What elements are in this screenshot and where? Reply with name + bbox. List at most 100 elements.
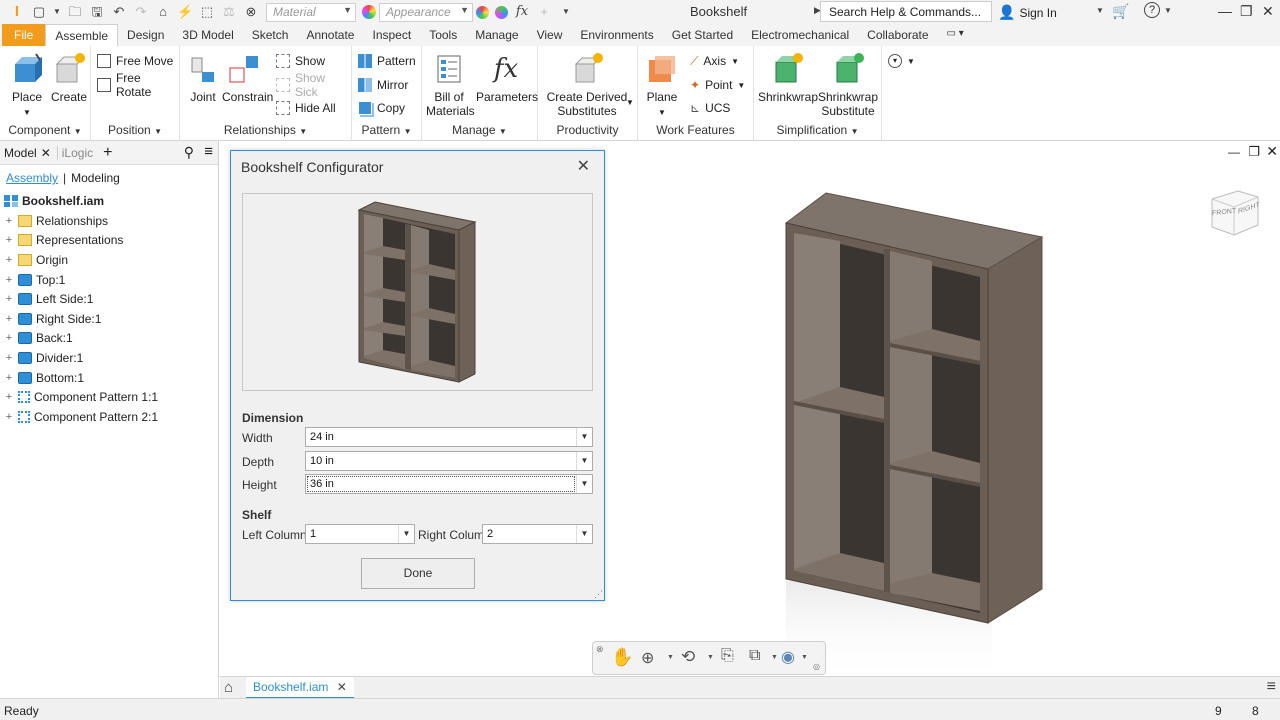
customize-icon[interactable]: ▼ (558, 4, 574, 20)
panel-label-manage[interactable]: Manage ▼ (422, 123, 537, 137)
tab-manage[interactable]: Manage (466, 24, 527, 46)
menu-icon[interactable]: ≡ (204, 143, 213, 160)
tab-3d-model[interactable]: 3D Model (173, 24, 242, 46)
restore-icon[interactable]: ❐ (1240, 3, 1253, 20)
chevron-down-icon[interactable]: ▼ (626, 98, 634, 107)
dropdown-icon[interactable]: ▼ (53, 4, 61, 20)
panel-label-simplification[interactable]: Simplification ▼ (754, 123, 881, 137)
bill-of-materials-button[interactable]: Bill of Materials (426, 52, 475, 118)
free-rotate-button[interactable]: Free Rotate (97, 71, 179, 99)
expand-icon[interactable]: + (4, 293, 14, 305)
tree-item[interactable]: + Left Side:1 (0, 289, 218, 309)
dialog-close-icon[interactable]: ✕ (577, 156, 590, 176)
chevron-down-icon[interactable]: ▼ (801, 654, 808, 661)
tab-file[interactable]: File (2, 24, 46, 46)
expand-icon[interactable]: + (4, 234, 14, 246)
help-icon[interactable]: ? (1144, 2, 1160, 18)
material-icon[interactable]: ⊗ (243, 4, 259, 20)
expand-icon[interactable]: + (4, 352, 14, 364)
select-icon[interactable]: ⬚ (199, 4, 215, 20)
new-file-icon[interactable]: ▢ (31, 4, 47, 20)
ucs-button[interactable]: ⊾ UCS (690, 99, 730, 117)
panel-label-component[interactable]: Component ▼ (0, 123, 90, 137)
free-move-button[interactable]: Free Move (97, 52, 173, 70)
zoom-icon[interactable]: ⊕ (641, 648, 654, 668)
minimize-icon[interactable]: — (1218, 3, 1232, 19)
tab-tools[interactable]: Tools (420, 24, 466, 46)
view-face-icon[interactable]: ⧉ (749, 647, 760, 665)
tree-item[interactable]: + Right Side:1 (0, 309, 218, 329)
create-button[interactable]: Create (50, 52, 88, 104)
tree-item[interactable]: + Divider:1 (0, 348, 218, 368)
show-button[interactable]: Show (276, 52, 325, 70)
viewport-restore-icon[interactable]: ❐ (1248, 144, 1260, 160)
constrain-button[interactable]: Constrain (222, 52, 273, 104)
close-icon[interactable]: ✕ (1262, 3, 1274, 20)
shrinkwrap-substitute-button[interactable]: Shrinkwrap Substitute (818, 52, 878, 118)
home-tab-icon[interactable]: ⌂ (224, 679, 233, 696)
inventor-logo-icon[interactable]: I (9, 4, 25, 20)
place-button[interactable]: Place ▼ (8, 52, 46, 120)
viewport-close-icon[interactable]: ✕ (1266, 143, 1278, 160)
show-sick-button[interactable]: Show Sick (276, 71, 351, 99)
open-folder-icon[interactable]: 🗀 (67, 4, 83, 20)
document-menu-icon[interactable]: ≡ (1267, 678, 1276, 696)
depth-select[interactable]: 10 in ▼ (305, 451, 593, 471)
right-column-select[interactable]: 2 ▼ (482, 524, 593, 544)
panel-label-pattern[interactable]: Pattern ▼ (352, 123, 421, 137)
done-button[interactable]: Done (361, 558, 475, 589)
document-tab[interactable]: Bookshelf.iam ✕ (246, 677, 354, 699)
axis-button[interactable]: ⟋ Axis ▼ (690, 52, 739, 70)
plane-button[interactable]: Plane ▼ (642, 52, 682, 120)
adjust-appearance-icon[interactable] (476, 5, 489, 19)
material-combo[interactable]: Material ▼ (266, 2, 356, 22)
viewport-minimize-icon[interactable]: — (1228, 145, 1240, 159)
pan-icon[interactable]: ✋ (611, 647, 633, 668)
clear-appearance-icon[interactable] (495, 5, 508, 19)
tree-item[interactable]: + Back:1 (0, 329, 218, 349)
left-column-select[interactable]: 1 ▼ (305, 524, 415, 544)
tree-item[interactable]: + Representations (0, 231, 218, 251)
chevron-down-icon[interactable]: ▼ (1164, 6, 1172, 15)
tree-item[interactable]: + Origin (0, 250, 218, 270)
tab-annotate[interactable]: Annotate (297, 24, 363, 46)
parameters-button[interactable]: fx Parameters (476, 52, 538, 104)
tab-sketch[interactable]: Sketch (243, 24, 298, 46)
plus-icon[interactable]: + (536, 4, 552, 20)
expand-icon[interactable]: + (4, 411, 14, 423)
height-select[interactable]: 36 in ▼ (305, 474, 593, 494)
tree-item[interactable]: + Top:1 (0, 270, 218, 290)
tab-environments[interactable]: Environments (571, 24, 662, 46)
chevron-down-icon[interactable]: ▼ (707, 654, 714, 661)
redo-icon[interactable]: ↷ (133, 4, 149, 20)
viewcube[interactable]: FRONT RIGHT (1208, 185, 1262, 241)
resize-grip-icon[interactable]: ⋰ (594, 589, 603, 600)
tab-design[interactable]: Design (118, 24, 173, 46)
expand-icon[interactable]: + (4, 254, 14, 266)
chevron-down-icon[interactable]: ▼ (1096, 6, 1104, 15)
create-derived-substitutes-button[interactable]: Create Derived Substitutes (544, 52, 630, 118)
undo-icon[interactable]: ↶ (111, 4, 127, 20)
measure-icon[interactable]: ⚖ (221, 4, 237, 20)
panel-label-position[interactable]: Position ▼ (91, 123, 179, 137)
tab-ilogic[interactable]: iLogic (56, 145, 97, 160)
orbit-icon[interactable]: ⟲ (681, 647, 695, 667)
sign-in-button[interactable]: 👤 Sign In (998, 4, 1057, 21)
home-icon[interactable]: ⌂ (155, 4, 171, 20)
chevron-down-icon[interactable]: ▼ (771, 654, 778, 661)
navbar-close-icon[interactable]: ⊗ (596, 644, 604, 655)
tab-collaborate[interactable]: Collaborate (858, 24, 937, 46)
point-button[interactable]: ✦ Point ▼ (690, 76, 745, 94)
tab-get-started[interactable]: Get Started (663, 24, 742, 46)
fx-parameters-icon[interactable]: fx (514, 4, 530, 20)
search-help-input[interactable]: Search Help & Commands... (820, 1, 992, 22)
tree-item[interactable]: + Component Pattern 2:1 (0, 407, 218, 427)
panel-options-button[interactable]: ▾ ▼ (888, 52, 915, 70)
steering-wheel-icon[interactable]: ◉ (781, 647, 795, 667)
appearance-combo[interactable]: Appearance ▼ (379, 2, 473, 22)
panel-label-relationships[interactable]: Relationships ▼ (180, 123, 351, 137)
save-icon[interactable]: 🖫 (89, 4, 105, 20)
navbar-options-icon[interactable]: ◎ (813, 662, 820, 671)
hide-all-button[interactable]: Hide All (276, 99, 336, 117)
shrinkwrap-button[interactable]: Shrinkwrap (758, 52, 818, 104)
